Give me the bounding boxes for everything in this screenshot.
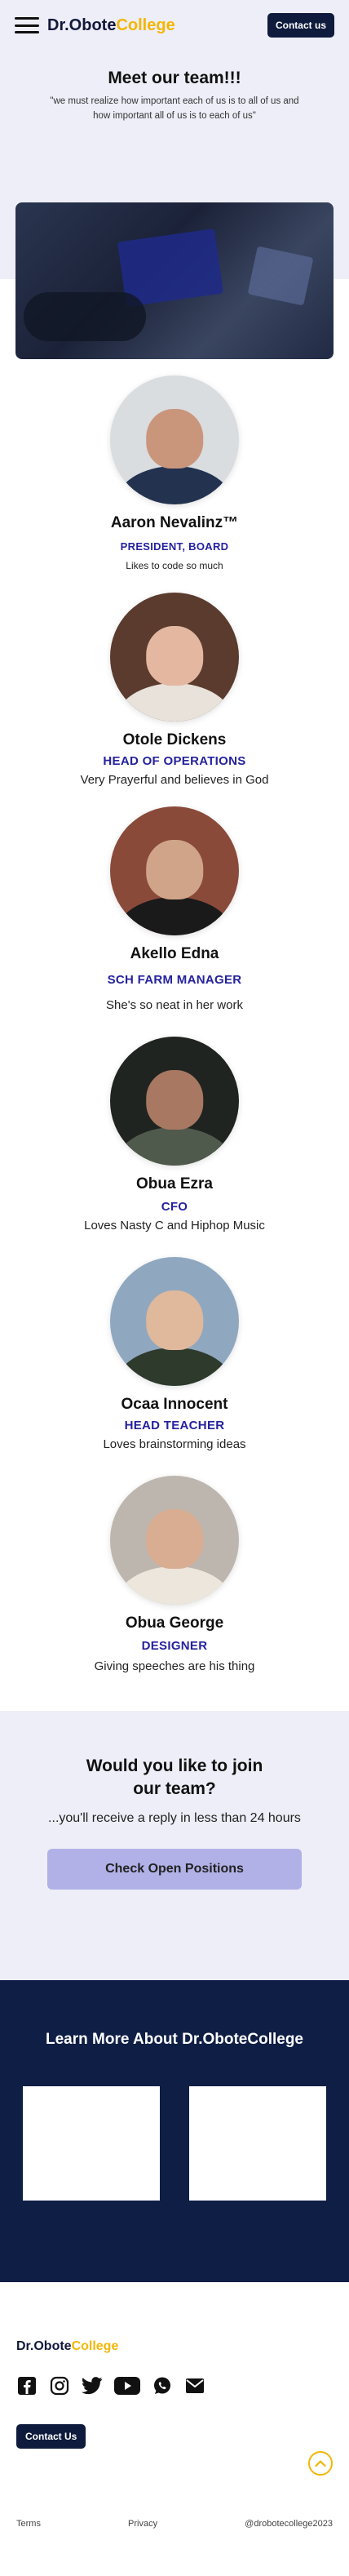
join-title-line1: Would you like to join xyxy=(86,1757,263,1775)
member-avatar xyxy=(110,806,239,935)
member-role: HEAD TEACHER xyxy=(124,1419,225,1432)
footer-logo-text-accent: College xyxy=(71,2339,119,2353)
team-member: Ocaa Innocent HEAD TEACHER Loves brainst… xyxy=(0,1257,349,1451)
team-member: Obua George DESIGNER Giving speeches are… xyxy=(0,1476,349,1673)
footer-logo[interactable]: Dr.OboteCollege xyxy=(16,2339,333,2354)
learn-more-card[interactable] xyxy=(23,2086,160,2201)
facebook-icon[interactable] xyxy=(16,2375,38,2396)
member-name: Obua George xyxy=(125,1614,224,1632)
member-name: Aaron Nevalinz™ xyxy=(110,514,239,531)
join-subtitle: ...you'll receive a reply in less than 2… xyxy=(48,1810,301,1825)
join-team-section: Would you like to join our team? ...you'… xyxy=(0,1711,349,1980)
whatsapp-icon[interactable] xyxy=(152,2375,173,2396)
member-description: Giving speeches are his thing xyxy=(94,1659,255,1673)
menu-icon[interactable] xyxy=(15,17,39,33)
twitter-icon[interactable] xyxy=(82,2375,103,2396)
contact-us-button[interactable]: Contact us xyxy=(267,13,334,38)
privacy-link[interactable]: Privacy xyxy=(128,2519,157,2529)
member-description: Very Prayerful and believes in God xyxy=(80,773,269,787)
instagram-icon[interactable] xyxy=(49,2375,70,2396)
member-name: Akello Edna xyxy=(130,945,219,962)
page-title: Meet our team!!! xyxy=(108,69,241,87)
member-role: PRESIDENT, BOARD xyxy=(120,540,229,553)
learn-more-section: Learn More About Dr.OboteCollege xyxy=(0,1980,349,2282)
logo-text-accent: College xyxy=(116,16,175,34)
team-member: Otole Dickens HEAD OF OPERATIONS Very Pr… xyxy=(0,593,349,787)
learn-more-cards xyxy=(23,2086,326,2201)
join-title-line2: our team? xyxy=(133,1779,216,1799)
team-photo xyxy=(15,202,334,359)
member-avatar xyxy=(110,1257,239,1386)
hero-section: Meet our team!!! "we must realize how im… xyxy=(0,51,349,359)
member-name: Ocaa Innocent xyxy=(121,1396,228,1413)
team-member: Obua Ezra CFO Loves Nasty C and Hiphop M… xyxy=(0,1037,349,1232)
site-header: Dr.OboteCollege Contact us xyxy=(0,0,349,51)
member-role: SCH FARM MANAGER xyxy=(107,973,242,987)
member-avatar xyxy=(110,1476,239,1605)
member-avatar xyxy=(110,593,239,722)
copyright-handle: @drobotecollege2023 xyxy=(245,2519,333,2529)
footer-links: Terms Privacy @drobotecollege2023 xyxy=(16,2519,333,2529)
learn-more-card[interactable] xyxy=(189,2086,326,2201)
site-logo[interactable]: Dr.OboteCollege xyxy=(47,16,175,35)
member-role: DESIGNER xyxy=(141,1639,208,1653)
team-list: Aaron Nevalinz™ PRESIDENT, BOARD Likes t… xyxy=(0,279,349,1673)
member-description: Likes to code so much xyxy=(126,560,223,571)
logo-text-main: Dr.Obote xyxy=(47,16,117,34)
team-member: Aaron Nevalinz™ PRESIDENT, BOARD Likes t… xyxy=(0,375,349,571)
member-avatar xyxy=(110,375,239,504)
terms-link[interactable]: Terms xyxy=(16,2519,41,2529)
member-avatar xyxy=(110,1037,239,1166)
member-role: HEAD OF OPERATIONS xyxy=(103,754,246,768)
scroll-to-top-button[interactable] xyxy=(308,2451,333,2476)
team-member: Akello Edna SCH FARM MANAGER She's so ne… xyxy=(0,806,349,1012)
site-footer: Dr.OboteCollege Contact Us Terms Privacy… xyxy=(0,2282,349,2576)
member-name: Otole Dickens xyxy=(122,731,227,748)
team-quote: "we must realize how important each of u… xyxy=(50,96,299,121)
member-description: Loves Nasty C and Hiphop Music xyxy=(84,1219,265,1232)
youtube-icon[interactable] xyxy=(114,2375,140,2396)
mail-icon[interactable] xyxy=(184,2375,205,2396)
learn-more-title: Learn More About Dr.OboteCollege xyxy=(46,2031,303,2048)
check-open-positions-button[interactable]: Check Open Positions xyxy=(47,1848,302,1890)
member-description: Loves brainstorming ideas xyxy=(103,1437,246,1451)
member-description: She's so neat in her work xyxy=(106,998,243,1012)
member-role: CFO xyxy=(161,1200,188,1214)
member-name: Obua Ezra xyxy=(136,1175,213,1193)
join-title: Would you like to join our team? xyxy=(86,1755,263,1801)
footer-logo-text-main: Dr.Obote xyxy=(16,2339,72,2353)
chevron-up-icon xyxy=(315,2460,326,2467)
footer-contact-us-button[interactable]: Contact Us xyxy=(16,2424,86,2449)
social-links xyxy=(16,2375,333,2396)
